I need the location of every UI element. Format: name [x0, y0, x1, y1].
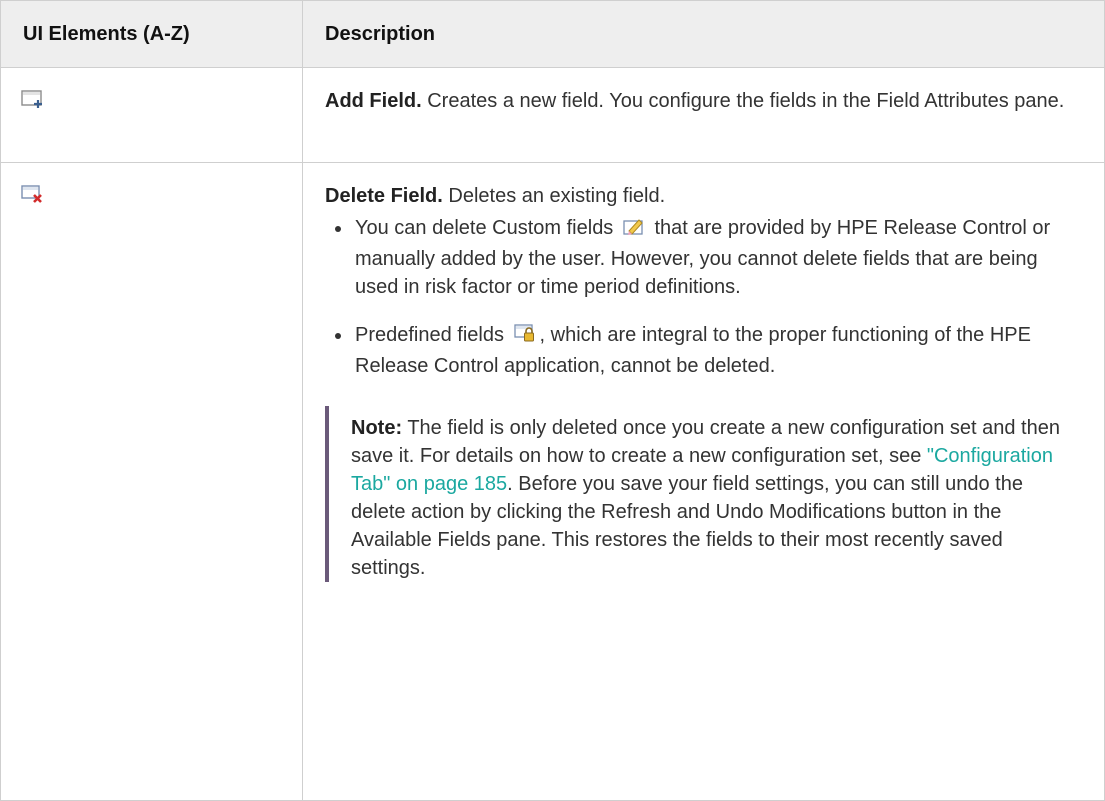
column-header-description: Description: [302, 0, 1105, 68]
note-block: Note: The field is only deleted once you…: [325, 406, 1082, 582]
table-row-add-field: Add Field. Creates a new field. You conf…: [0, 67, 1105, 163]
delete-field-text: Deletes an existing field.: [448, 185, 666, 207]
add-field-text: Creates a new field. You configure the f…: [427, 90, 1065, 112]
table-header-row: UI Elements (A-Z) Description: [0, 0, 1105, 68]
add-field-title: Add Field.: [325, 90, 422, 112]
delete-field-title: Delete Field.: [325, 185, 443, 207]
add-field-icon: [21, 88, 45, 118]
bullet-text: Predefined fields: [355, 324, 504, 346]
predefined-field-lock-icon: [513, 322, 536, 352]
custom-field-pencil-icon: [623, 217, 645, 245]
description-cell: Add Field. Creates a new field. You conf…: [302, 67, 1105, 163]
list-item-predefined-fields: Predefined fields , which are integral t…: [353, 321, 1082, 380]
list-item-custom-fields: You can delete Custom fields that are pr…: [353, 214, 1082, 301]
delete-field-bullets: You can delete Custom fields that are pr…: [325, 214, 1082, 380]
delete-field-icon: [21, 183, 45, 213]
ui-element-cell: [0, 67, 303, 163]
ui-element-cell: [0, 162, 303, 801]
bullet-text: You can delete Custom fields: [355, 217, 614, 239]
description-cell: Delete Field. Deletes an existing field.…: [302, 162, 1105, 801]
table-row-delete-field: Delete Field. Deletes an existing field.…: [0, 162, 1105, 801]
note-label: Note:: [351, 417, 403, 439]
delete-field-intro: Delete Field. Deletes an existing field.: [325, 182, 1082, 210]
column-header-ui-elements: UI Elements (A-Z): [0, 0, 303, 68]
ui-elements-table: UI Elements (A-Z) Description Add Field.…: [0, 0, 1105, 801]
